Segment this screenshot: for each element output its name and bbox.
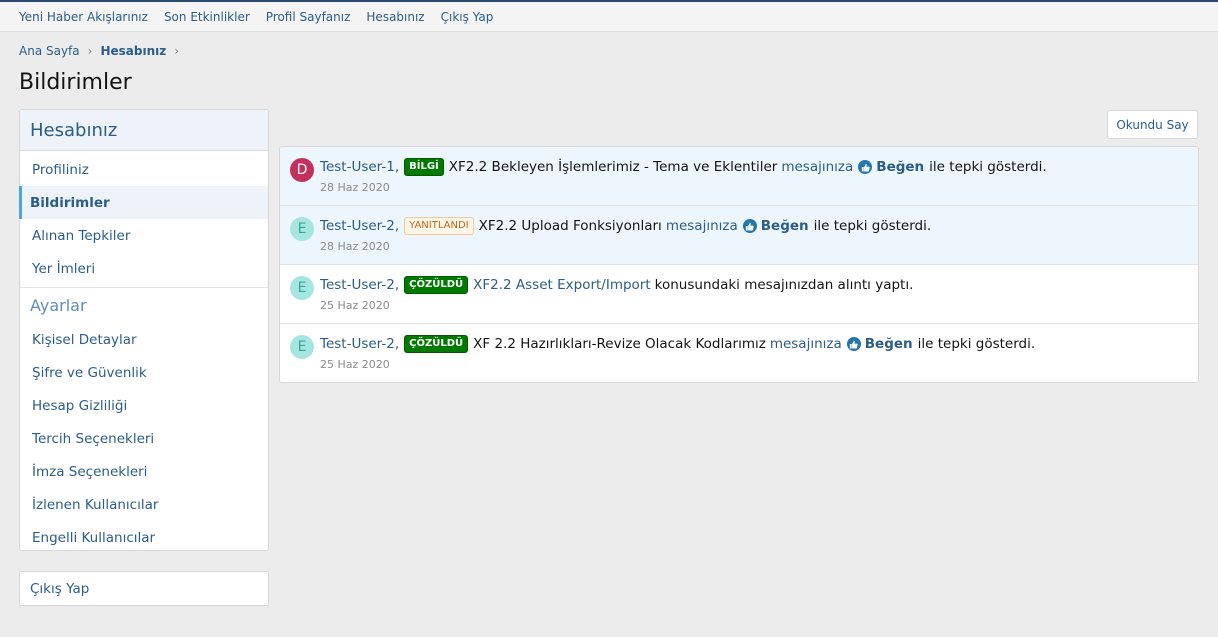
logout-button[interactable]: Çıkış Yap bbox=[19, 571, 269, 606]
reaction-label[interactable]: Beğen bbox=[761, 218, 809, 234]
alert-username[interactable]: Test-User-2, bbox=[320, 277, 399, 293]
sidebar-item-bookmarks[interactable]: Yer İmleri bbox=[19, 252, 268, 285]
status-badge: ÇÖZÜLDÜ bbox=[404, 335, 469, 353]
avatar-letter: E bbox=[297, 339, 307, 355]
nav-latest-activity[interactable]: Son Etkinlikler bbox=[164, 10, 250, 24]
breadcrumb-home[interactable]: Ana Sayfa bbox=[19, 44, 80, 58]
sidebar-item-ignoring[interactable]: Engelli Kullanıcılar bbox=[19, 521, 268, 554]
chevron-right-icon: › bbox=[87, 44, 93, 58]
post-link[interactable]: mesajınıza bbox=[770, 336, 842, 352]
thumbs-up-icon bbox=[858, 160, 873, 174]
nav-logout[interactable]: Çıkış Yap bbox=[441, 10, 494, 24]
reaction: Beğen bbox=[742, 218, 809, 234]
sidebar-section-settings: Ayarlar bbox=[20, 287, 268, 323]
alert-suffix: ile tepki gösterdi. bbox=[917, 336, 1036, 352]
reaction-label[interactable]: Beğen bbox=[876, 159, 924, 175]
alert-date: 25 Haz 2020 bbox=[320, 299, 390, 312]
breadcrumb-account[interactable]: Hesabınız bbox=[100, 44, 166, 58]
nav-news-feed[interactable]: Yeni Haber Akışlarınız bbox=[19, 10, 148, 24]
alert-date: 28 Haz 2020 bbox=[320, 240, 390, 253]
alert-item: E Test-User-2, ÇÖZÜLDÜ XF2.2 Asset Expor… bbox=[280, 265, 1198, 324]
sidebar-item-password-security[interactable]: Şifre ve Güvenlik bbox=[19, 356, 268, 389]
alert-item: E Test-User-2, YANITLANDI XF2.2 Upload F… bbox=[280, 206, 1198, 265]
alert-item: D Test-User-1, BİLGİ XF2.2 Bekleyen İşle… bbox=[280, 147, 1198, 206]
reaction: Beğen bbox=[846, 336, 913, 352]
mark-read-button[interactable]: Okundu Say bbox=[1107, 110, 1198, 139]
alert-suffix: konusundaki mesajınızdan alıntı yaptı. bbox=[654, 277, 914, 293]
nav-account[interactable]: Hesabınız bbox=[366, 10, 424, 24]
alert-item: E Test-User-2, ÇÖZÜLDÜ XF 2.2 Hazırlıkla… bbox=[280, 324, 1198, 382]
sidebar-item-profile[interactable]: Profiliniz bbox=[19, 153, 268, 186]
post-link[interactable]: mesajınıza bbox=[781, 159, 853, 175]
sidebar-item-preferences[interactable]: Tercih Seçenekleri bbox=[19, 422, 268, 455]
alerts-list: D Test-User-1, BİLGİ XF2.2 Bekleyen İşle… bbox=[279, 146, 1199, 383]
sidebar-title: Hesabınız bbox=[20, 110, 268, 151]
post-link[interactable]: mesajınıza bbox=[666, 218, 738, 234]
thumbs-up-icon bbox=[846, 337, 861, 351]
status-badge: ÇÖZÜLDÜ bbox=[404, 276, 469, 294]
thread-link[interactable]: XF2.2 Asset Export/Import bbox=[473, 277, 651, 293]
sidebar-item-signature[interactable]: İmza Seçenekleri bbox=[19, 455, 268, 488]
alert-date: 25 Haz 2020 bbox=[320, 358, 390, 371]
nav-profile[interactable]: Profil Sayfanız bbox=[266, 10, 351, 24]
avatar[interactable]: D bbox=[290, 158, 314, 182]
reaction: Beğen bbox=[858, 159, 924, 175]
status-badge: YANITLANDI bbox=[404, 217, 474, 235]
alert-date: 28 Haz 2020 bbox=[320, 181, 390, 194]
chevron-right-icon: › bbox=[174, 44, 180, 58]
sidebar-item-privacy[interactable]: Hesap Gizliliği bbox=[19, 389, 268, 422]
avatar-letter: D bbox=[296, 162, 308, 178]
alert-suffix: ile tepki gösterdi. bbox=[813, 218, 932, 234]
sidebar-item-following[interactable]: İzlenen Kullanıcılar bbox=[19, 488, 268, 521]
thread-title: XF 2.2 Hazırlıkları-Revize Olacak Kodlar… bbox=[473, 336, 766, 352]
alert-username[interactable]: Test-User-1, bbox=[320, 159, 399, 175]
avatar[interactable]: E bbox=[290, 335, 314, 359]
alert-username[interactable]: Test-User-2, bbox=[320, 336, 399, 352]
sidebar-item-alerts[interactable]: Bildirimler bbox=[19, 186, 268, 219]
top-navigation: Yeni Haber Akışlarınız Son Etkinlikler P… bbox=[0, 0, 1218, 32]
alert-username[interactable]: Test-User-2, bbox=[320, 218, 399, 234]
page-title: Bildirimler bbox=[19, 70, 132, 95]
account-sidebar: Hesabınız Profiliniz Bildirimler Alınan … bbox=[19, 109, 269, 551]
sidebar-item-personal-details[interactable]: Kişisel Detaylar bbox=[19, 323, 268, 356]
alert-suffix: ile tepki gösterdi. bbox=[929, 159, 1047, 175]
avatar[interactable]: E bbox=[290, 217, 314, 241]
status-badge: BİLGİ bbox=[404, 158, 444, 176]
thread-title: XF2.2 Bekleyen İşlemlerimiz - Tema ve Ek… bbox=[448, 159, 778, 175]
avatar-letter: E bbox=[297, 221, 307, 237]
sidebar-item-reactions[interactable]: Alınan Tepkiler bbox=[19, 219, 268, 252]
avatar[interactable]: E bbox=[290, 276, 314, 300]
avatar-letter: E bbox=[297, 280, 307, 296]
thumbs-up-icon bbox=[742, 219, 757, 233]
thread-title: XF2.2 Upload Fonksiyonları bbox=[478, 218, 662, 234]
breadcrumb: Ana Sayfa › Hesabınız › bbox=[19, 44, 187, 58]
reaction-label[interactable]: Beğen bbox=[865, 336, 913, 352]
